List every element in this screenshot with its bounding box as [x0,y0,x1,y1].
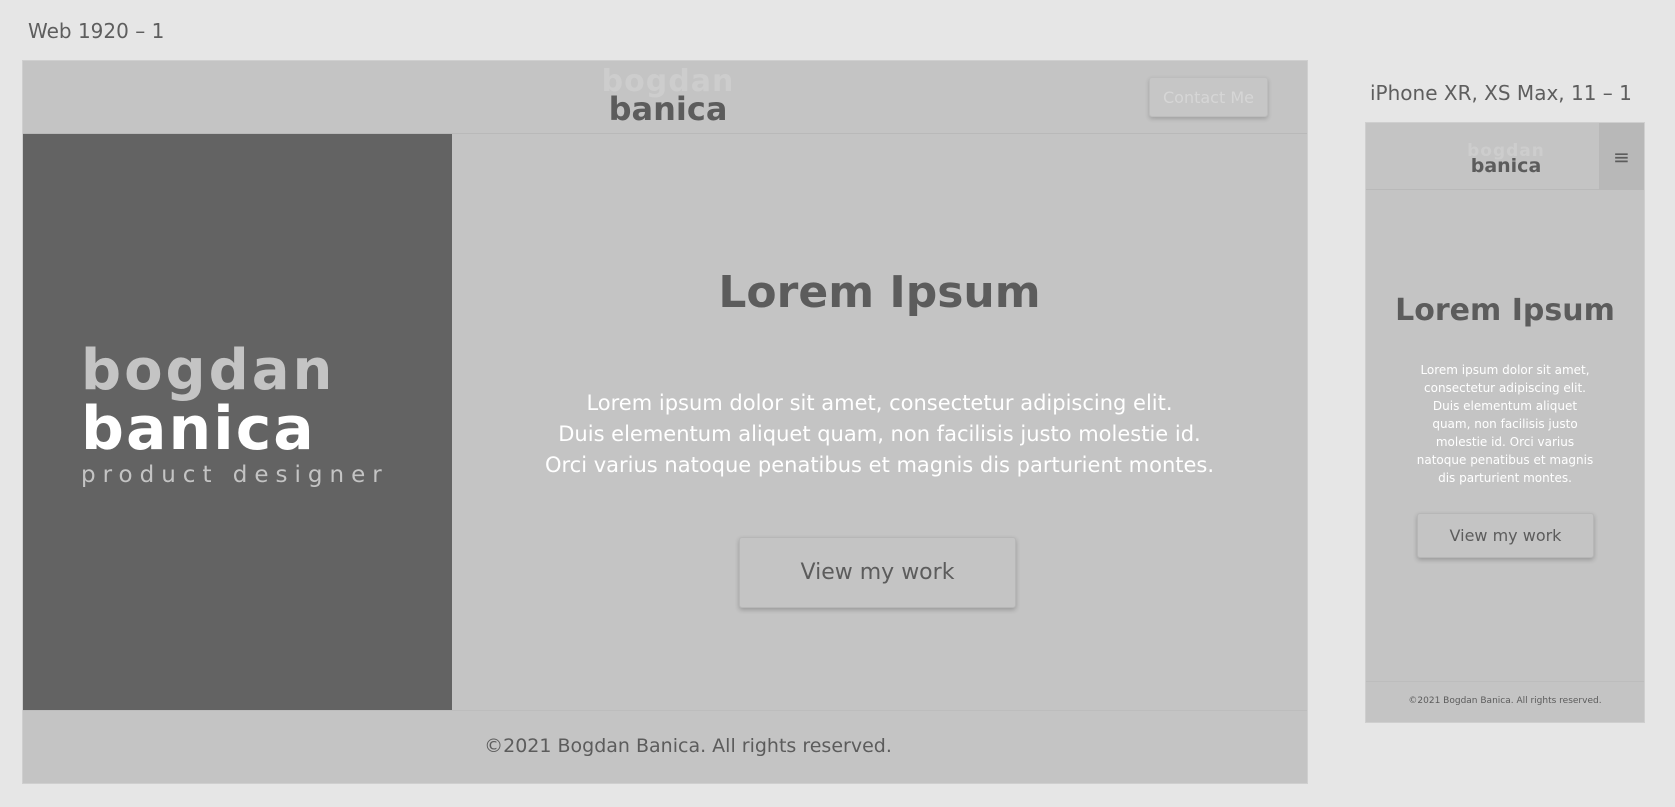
hero-line: Orci varius natoque penatibus et magnis … [544,453,1215,477]
mobile-hero-line: natoque penatibus et magnis [1416,453,1594,467]
site-footer: ©2021 Bogdan Banica. All rights reserved… [23,710,1307,783]
brand-first-name: bogdan [81,338,336,403]
site-header: bogdan banica Contact Me [23,61,1307,134]
mobile-hero-line: Duis elementum aliquet [1432,399,1578,413]
hamburger-menu-button[interactable]: ≡ [1599,123,1644,190]
header-logo[interactable]: bogdan banica [583,67,753,126]
mobile-hero-title: Lorem Ipsum [1395,293,1615,328]
mobile-hero-description: Lorem ipsum dolor sit amet, consectetur … [1366,361,1644,487]
hero-description: Lorem ipsum dolor sit amet, consectetur … [452,388,1307,481]
phone-artboard-label: iPhone XR, XS Max, 11 – 1 [1370,81,1632,105]
brand-last-name: banica [81,394,316,464]
mobile-hero-line: molestie id. Orci varius [1435,435,1575,449]
mobile-footer-copyright: ©2021 Bogdan Banica. All rights reserved… [1408,696,1602,706]
hamburger-icon: ≡ [1613,144,1630,169]
view-my-work-button[interactable]: View my work [739,537,1016,608]
mobile-header: bogdan banica ≡ [1366,123,1644,190]
mobile-view-my-work-button[interactable]: View my work [1417,513,1594,558]
footer-copyright: ©2021 Bogdan Banica. All rights reserved… [484,735,892,757]
mobile-hero-line: quam, non facilisis justo [1432,417,1578,431]
mobile-hero-line: Lorem ipsum dolor sit amet, [1420,363,1590,377]
hero-line: Lorem ipsum dolor sit amet, consectetur … [586,391,1173,415]
web-artboard-label: Web 1920 – 1 [28,19,165,43]
brand-wordmark: bogdan banica product designer [81,338,399,489]
mobile-header-logo[interactable]: bogdan banica [1456,143,1556,176]
brand-tagline: product designer [81,462,389,488]
brand-panel: bogdan banica product designer [23,134,452,710]
mobile-hero-line: consectetur adipiscing elit. [1424,381,1586,395]
hero-title: Lorem Ipsum [718,267,1041,318]
web-artboard: bogdan banica Contact Me bogdan banica p… [22,60,1308,784]
hero-line: Duis elementum aliquet quam, non facilis… [558,422,1201,446]
hero-section: Lorem Ipsum Lorem ipsum dolor sit amet, … [452,134,1307,710]
mobile-hero-line: dis parturient montes. [1438,471,1572,485]
phone-artboard: bogdan banica ≡ Lorem Ipsum Lorem ipsum … [1365,122,1645,723]
logo-line-2: banica [1470,155,1542,177]
mobile-footer: ©2021 Bogdan Banica. All rights reserved… [1366,681,1644,722]
contact-me-button[interactable]: Contact Me [1149,77,1268,117]
